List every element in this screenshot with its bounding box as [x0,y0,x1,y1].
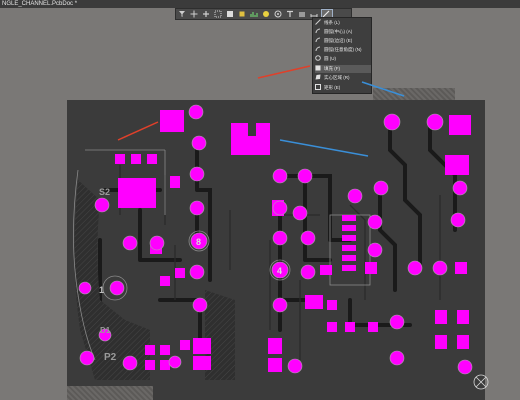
ic-pad[interactable] [342,235,356,241]
ic-pad[interactable] [342,215,356,221]
silk-label: P2 [104,352,117,363]
via[interactable] [189,166,205,182]
via[interactable] [122,355,138,371]
via[interactable] [432,260,448,276]
via[interactable] [426,113,444,131]
via[interactable] [109,280,125,296]
via[interactable] [188,104,204,120]
smd-pad[interactable] [145,345,155,355]
smd-pad[interactable] [345,322,355,332]
via[interactable] [452,180,468,196]
via[interactable] [450,212,466,228]
via[interactable] [78,281,92,295]
solid-region-pad[interactable] [231,123,270,155]
smd-pad[interactable] [268,358,282,372]
via[interactable] [168,355,182,369]
red-arrow-menu [257,65,311,79]
smd-pad[interactable] [368,322,378,332]
smd-pad[interactable] [180,340,190,350]
via[interactable] [192,297,208,313]
silk-label: 4 [277,266,282,276]
via[interactable] [407,260,423,276]
smd-pad[interactable] [160,345,170,355]
ic-pad[interactable] [342,265,356,271]
smd-pad[interactable] [365,262,377,274]
via[interactable] [189,264,205,280]
via[interactable] [297,168,313,184]
silk-label: D1 [100,326,111,335]
via[interactable] [389,314,405,330]
pcb-layout-canvas[interactable]: 8 4 1 P2 D1 S2 [0,0,520,400]
via[interactable] [300,264,316,280]
via[interactable] [272,230,288,246]
blue-arrow-region [279,139,369,157]
via[interactable] [272,297,288,313]
silk-label: 8 [196,237,201,247]
via[interactable] [347,188,363,204]
smd-pad[interactable] [115,154,125,164]
smd-pad[interactable] [449,115,471,135]
silk-label: 1 [99,285,104,295]
via[interactable] [191,135,207,151]
via[interactable] [389,350,405,366]
smd-pad[interactable] [327,322,337,332]
smd-pad[interactable] [131,154,141,164]
smd-pad[interactable] [435,310,447,324]
via[interactable] [79,350,95,366]
via[interactable] [94,197,110,213]
smd-pad[interactable] [455,262,467,274]
via[interactable] [122,235,138,251]
red-arrow-fill [117,121,159,141]
smd-pad[interactable] [457,310,469,324]
via[interactable] [292,205,308,221]
fill-pad[interactable] [160,110,184,132]
smd-pad[interactable] [145,360,155,370]
ic-pad[interactable] [342,245,356,251]
via[interactable] [373,180,389,196]
smd-pad[interactable] [193,356,211,370]
via[interactable] [189,200,205,216]
smd-pad[interactable] [193,338,211,354]
via[interactable] [367,214,383,230]
smd-pad[interactable] [435,335,447,349]
via[interactable] [272,168,288,184]
via[interactable] [457,359,473,375]
smd-pad[interactable] [175,268,185,278]
smd-pad[interactable] [118,178,156,208]
smd-pad[interactable] [457,335,469,349]
via[interactable] [149,235,165,251]
via[interactable] [300,230,316,246]
smd-pad[interactable] [327,300,337,310]
via[interactable] [272,200,288,216]
smd-pad[interactable] [170,176,180,188]
via[interactable] [367,242,383,258]
smd-pad[interactable] [305,295,323,309]
smd-pad[interactable] [320,265,332,275]
blue-arrow-menu [361,81,405,97]
ic-pad[interactable] [342,255,356,261]
pads[interactable] [115,110,471,372]
crosshair-icon [473,374,489,390]
smd-pad[interactable] [147,154,157,164]
smd-pad[interactable] [445,155,469,175]
via[interactable] [287,358,303,374]
ic-pad[interactable] [342,225,356,231]
smd-pad[interactable] [268,338,282,354]
smd-pad[interactable] [160,360,170,370]
via[interactable] [383,113,401,131]
silk-label: S2 [99,187,110,197]
smd-pad[interactable] [160,276,170,286]
